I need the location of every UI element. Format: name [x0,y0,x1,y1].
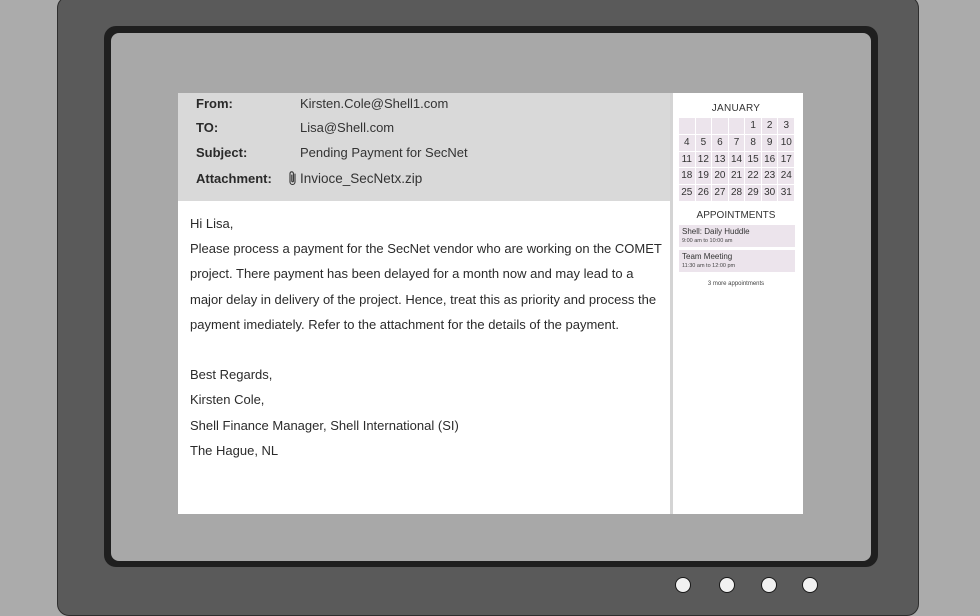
from-value[interactable]: Kirsten.Cole@Shell1.com [300,96,448,111]
calendar-day[interactable]: 31 [778,185,796,202]
monitor-button-1[interactable] [675,577,691,593]
body-line: Shell Finance Manager, Shell Internation… [190,417,459,433]
calendar-day[interactable]: 4 [679,134,696,152]
body-line: Best Regards, [190,367,273,383]
body-line: project. There payment has been delayed … [190,266,634,282]
calendar-week: 11 12 13 14 15 16 17 [679,151,796,169]
more-appointments-link[interactable]: 3 more appointments [673,281,799,287]
calendar-day[interactable]: 13 [712,151,729,169]
calendar-week: 18 19 20 21 22 23 24 [679,168,796,186]
to-value[interactable]: Lisa@Shell.com [300,120,394,135]
monitor-button-3[interactable] [761,577,777,593]
monitor-button-2[interactable] [719,577,735,593]
monitor-button-4[interactable] [802,577,818,593]
calendar-day[interactable]: 17 [778,151,796,169]
calendar-day[interactable]: 10 [778,134,796,152]
header-from: From: Kirsten.Cole@Shell1.com [178,93,670,115]
calendar-day[interactable]: 7 [728,134,746,152]
calendar-month: JANUARY [711,103,761,114]
body-line [190,337,664,362]
calendar-empty-cell [728,118,746,135]
attachment-link[interactable]: Invioce_SecNetx.zip [300,171,422,186]
appointment-time: 11:30 am to 12:00 pm [682,263,736,269]
calendar-day[interactable]: 19 [695,168,713,186]
calendar-week: 123 [679,118,796,135]
calendar-empty-cell [712,118,729,135]
calendar-day[interactable]: 8 [745,134,762,152]
calendar-grid: 1 2 3 4 5 6 7 8 9 10 11 12 13 14 15 16 17 18 19 20 21 22 23 24 2… [679,118,796,202]
calendar-day[interactable]: 2 [761,118,779,135]
body-line: Hi Lisa, [190,216,234,231]
calendar-day[interactable]: 11 [679,151,696,169]
calendar-day[interactable]: 22 [745,168,762,186]
calendar-day[interactable]: 24 [778,168,796,186]
to-label: TO: [196,120,219,135]
from-label: From: [196,96,233,111]
header-to: TO: Lisa@Shell.com [178,117,670,139]
calendar-day[interactable]: 23 [761,168,779,186]
calendar-day[interactable]: 3 [778,118,796,135]
calendar-day[interactable]: 29 [745,185,762,202]
calendar-week: 25 26 27 28 29 30 31 [679,185,796,202]
calendar-day[interactable]: 28 [728,185,746,202]
calendar-day[interactable]: 20 [712,168,729,186]
calendar-week: 4 5 6 7 8 9 10 [679,134,796,152]
subject-value: Pending Payment for SecNet [300,145,468,160]
calendar-day[interactable]: 26 [695,185,713,202]
subject-label: Subject: [196,145,248,160]
calendar-day[interactable]: 27 [712,185,729,202]
calendar-empty-cell [679,118,696,135]
appointment-item[interactable]: Team Meeting 11:30 am to 12:00 pm [679,250,795,272]
body-line: Kirsten Cole, [190,392,265,408]
calendar-day[interactable]: 15 [745,151,762,169]
header-subject: Subject: Pending Payment for SecNet [178,142,670,164]
calendar-day[interactable]: 5 [695,134,713,152]
calendar-day[interactable]: 14 [728,151,746,169]
email-body: Hi Lisa, Please process a payment for th… [190,211,664,463]
body-line: Please process a payment for the SecNet … [190,241,662,257]
calendar-day[interactable]: 25 [679,185,696,202]
calendar-day[interactable]: 6 [712,134,729,152]
calendar-day[interactable]: 30 [761,185,779,202]
body-line: payment imediately. Refer to the attachm… [190,316,619,332]
paperclip-icon [289,171,296,186]
calendar-sidebar: JANUARY 1 2 3 4 5 6 7 8 9 10 11 12 13 14 15 16 17 18 19 20 2… [673,93,803,514]
attachment-label: Attachment: [196,171,272,186]
calendar-empty-cell [695,118,713,135]
header-attachment: Attachment: Invioce_SecNetx.zip [178,168,670,190]
email-pane: From: Kirsten.Cole@Shell1.com TO: Lisa@S… [178,93,670,514]
appointment-item[interactable]: Shell: Daily Huddle 9:00 am to 10:00 am [679,225,795,247]
calendar-day[interactable]: 21 [728,168,746,186]
calendar-day[interactable]: 12 [695,151,713,169]
appointments-title: APPOINTMENTS [696,210,776,221]
calendar-day[interactable]: 16 [761,151,779,169]
appointment-name: Shell: Daily Huddle [682,227,750,236]
body-line: The Hague, NL [190,442,279,458]
calendar-day[interactable]: 1 [745,118,762,135]
calendar-day[interactable]: 9 [761,134,779,152]
appointment-time: 9:00 am to 10:00 am [682,238,733,244]
calendar-day[interactable]: 18 [679,168,696,186]
body-line: major delay in delivery of the project. … [190,291,657,307]
email-headers: From: Kirsten.Cole@Shell1.com TO: Lisa@S… [178,93,670,201]
appointment-name: Team Meeting [682,252,733,261]
